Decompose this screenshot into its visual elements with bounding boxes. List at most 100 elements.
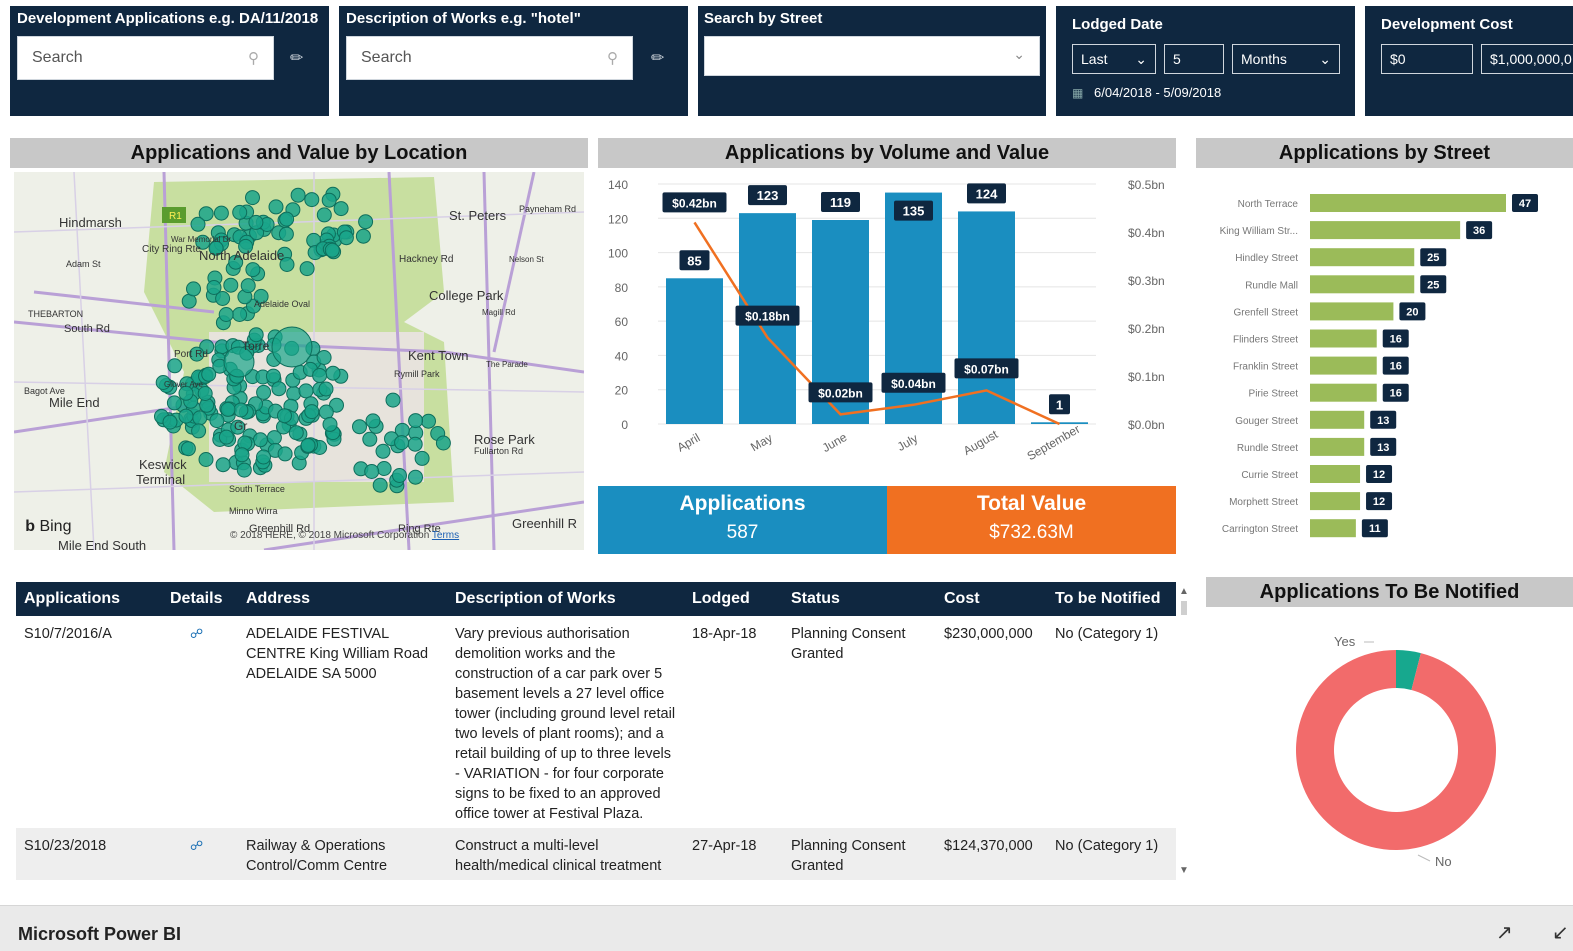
application-marker[interactable] (352, 419, 367, 435)
map-canvas[interactable]: Hindmarsh St. Peters North Adelaide College… (14, 172, 584, 550)
eraser-icon[interactable]: ✏ (290, 48, 303, 68)
application-marker[interactable] (316, 350, 332, 365)
application-marker[interactable] (240, 278, 256, 294)
application-marker[interactable] (324, 242, 340, 258)
application-marker[interactable] (279, 211, 295, 227)
application-marker[interactable] (236, 462, 252, 478)
period-type-dropdown[interactable]: Last ⌄ (1072, 44, 1156, 74)
street-bar[interactable] (1310, 248, 1415, 267)
link-icon[interactable]: ☍ (170, 838, 203, 853)
table-row[interactable]: S10/7/2016/A ☍ ADELAIDE FESTIVAL CENTRE … (16, 616, 1176, 828)
application-marker[interactable] (245, 190, 260, 206)
application-marker[interactable] (300, 437, 316, 453)
application-marker[interactable] (290, 187, 306, 203)
column-header[interactable]: Lodged (684, 582, 783, 616)
application-marker[interactable] (206, 280, 222, 295)
period-unit-dropdown[interactable]: Months ⌄ (1232, 44, 1340, 74)
application-marker[interactable] (218, 307, 234, 322)
application-marker[interactable] (233, 402, 249, 418)
application-marker[interactable] (312, 368, 328, 383)
application-marker[interactable] (318, 381, 334, 397)
street-bar[interactable] (1310, 383, 1377, 402)
application-marker[interactable] (435, 435, 451, 451)
cost-max-input[interactable]: $1,000,000,0 (1481, 44, 1573, 74)
column-header[interactable]: Details (162, 582, 238, 616)
street-bar[interactable] (1310, 410, 1365, 429)
application-marker[interactable] (372, 477, 388, 493)
application-marker[interactable] (191, 423, 207, 439)
cost-min-input[interactable]: $0 (1381, 44, 1473, 74)
application-marker[interactable] (385, 392, 401, 408)
column-header[interactable]: Description of Works (447, 582, 684, 616)
application-marker[interactable] (321, 192, 337, 208)
application-marker[interactable] (364, 464, 380, 479)
application-marker[interactable] (234, 447, 250, 463)
description-search-input[interactable]: Search ⚲ (346, 36, 633, 80)
application-marker[interactable] (252, 432, 268, 448)
application-marker[interactable] (362, 431, 378, 447)
notified-donut-chart[interactable]: Yes No (1206, 615, 1573, 885)
street-bar[interactable] (1310, 437, 1365, 456)
application-marker[interactable] (407, 436, 423, 452)
application-marker[interactable] (162, 414, 178, 430)
column-header[interactable]: Cost (936, 582, 1047, 616)
scroll-down-icon[interactable]: ▼ (1178, 865, 1190, 876)
application-marker[interactable] (201, 366, 217, 382)
application-marker[interactable] (286, 386, 302, 402)
street-bar-chart[interactable]: North Terrace 47 King William Str... 36 Hind… (1196, 180, 1573, 540)
application-marker[interactable] (365, 413, 381, 429)
street-bar[interactable] (1310, 465, 1361, 483)
application-marker[interactable] (421, 413, 436, 429)
application-marker[interactable] (192, 410, 208, 426)
application-marker[interactable] (414, 450, 430, 466)
street-bar[interactable] (1310, 275, 1415, 294)
application-marker[interactable] (278, 226, 294, 242)
application-marker[interactable] (232, 204, 248, 220)
application-marker-large[interactable] (271, 326, 313, 368)
application-marker[interactable] (271, 381, 287, 397)
street-bar[interactable] (1310, 194, 1506, 212)
period-count-input[interactable]: 5 (1164, 44, 1224, 74)
application-marker[interactable] (333, 201, 349, 217)
link-icon[interactable]: ☍ (170, 626, 203, 641)
application-marker[interactable] (198, 452, 214, 467)
scroll-up-icon[interactable]: ▲ (1178, 586, 1190, 597)
application-marker[interactable] (394, 435, 410, 451)
application-marker[interactable] (277, 446, 293, 462)
application-marker[interactable] (408, 469, 423, 485)
column-header[interactable]: Status (783, 582, 936, 616)
scroll-thumb[interactable] (1181, 601, 1187, 615)
application-marker[interactable] (167, 358, 183, 374)
application-marker[interactable] (322, 416, 338, 432)
donut-slice-no[interactable] (1296, 650, 1496, 850)
volume-bar[interactable] (958, 211, 1015, 424)
application-marker[interactable] (186, 281, 201, 297)
application-marker[interactable] (215, 457, 231, 473)
application-marker[interactable] (358, 214, 374, 230)
application-marker[interactable] (256, 449, 271, 465)
street-bar[interactable] (1310, 302, 1394, 321)
application-marker[interactable] (304, 404, 320, 420)
column-header[interactable]: To be Notified (1047, 582, 1176, 616)
application-marker[interactable] (298, 383, 314, 399)
application-marker[interactable] (299, 261, 315, 277)
application-marker[interactable] (338, 230, 354, 246)
application-marker[interactable] (232, 307, 248, 322)
application-marker[interactable] (213, 205, 229, 221)
dev-app-search-input[interactable]: Search ⚲ (17, 36, 274, 80)
application-marker[interactable] (288, 425, 304, 441)
application-marker[interactable] (316, 207, 332, 223)
application-marker[interactable] (223, 277, 239, 293)
application-marker[interactable] (190, 216, 206, 232)
application-marker[interactable] (178, 408, 194, 424)
eraser-icon[interactable]: ✏ (651, 48, 664, 68)
expand-icon[interactable]: ↙ (1552, 920, 1569, 945)
street-bar[interactable] (1310, 329, 1377, 348)
application-marker[interactable] (318, 404, 334, 420)
application-marker[interactable] (277, 408, 292, 424)
share-icon[interactable]: ↗ (1496, 920, 1513, 945)
table-scrollbar[interactable]: ▲ ▼ (1178, 586, 1190, 876)
volume-value-chart[interactable]: 0 20 40 60 80 100 120 140 $0.0bn $0.1bn $0.2bn $0.3… (598, 170, 1176, 480)
application-marker[interactable] (218, 429, 234, 445)
application-marker[interactable] (266, 430, 282, 446)
